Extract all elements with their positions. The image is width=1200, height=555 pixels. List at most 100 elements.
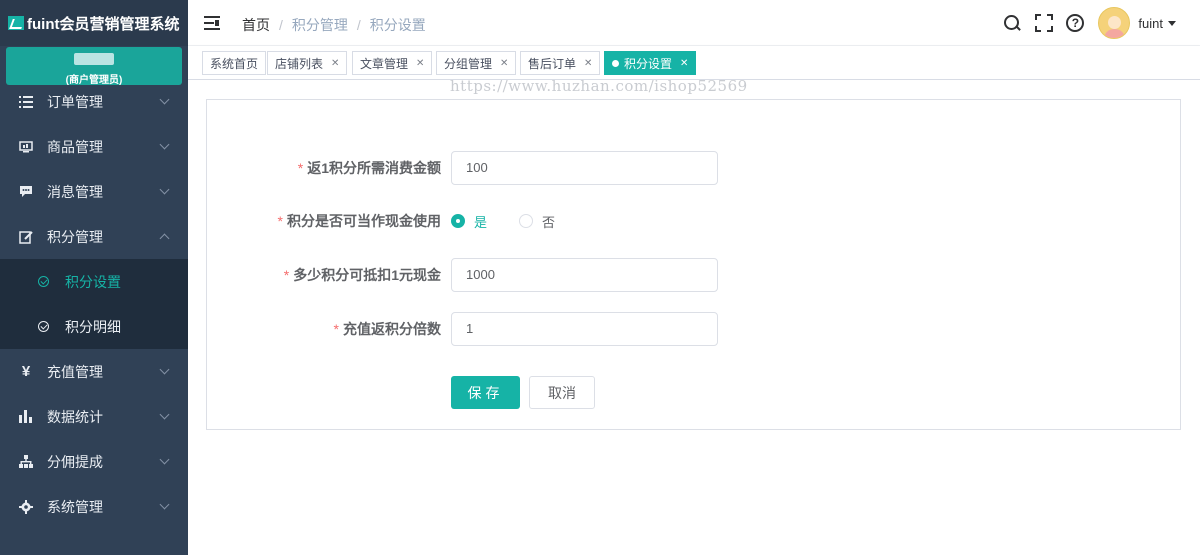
radio-label: 否	[542, 214, 556, 230]
navbar-actions: ? fuint	[990, 0, 1176, 46]
username[interactable]: fuint	[1138, 16, 1163, 31]
logo-icon	[8, 16, 24, 30]
tab-article-management[interactable]: 文章管理 ✕	[352, 51, 433, 75]
points-per-yuan-input[interactable]: 1000	[451, 258, 718, 292]
user-name-blurred	[74, 53, 114, 65]
close-icon[interactable]: ✕	[680, 58, 688, 69]
radio-checked-icon	[451, 214, 465, 228]
brand: fuint会员营销管理系统	[0, 0, 188, 46]
recharge-multiple-label: 充值返积分倍数	[343, 321, 441, 337]
tab-label: 店铺列表	[275, 56, 324, 71]
close-icon[interactable]: ✕	[331, 58, 339, 69]
sidebar-item-recharge[interactable]: ¥ 充值管理	[0, 349, 188, 394]
form-row-points-per-yuan: * 多少积分可抵扣1元现金 1000	[207, 258, 1182, 292]
list-icon	[18, 94, 34, 110]
tree-icon	[18, 454, 34, 470]
breadcrumb-separator: /	[279, 17, 283, 33]
radio-no[interactable]: 否	[519, 212, 555, 231]
form-row-consume-amount: * 返1积分所需消费金额 100	[207, 151, 1182, 185]
sidebar-item-label: 积分设置	[65, 273, 121, 290]
monitor-icon	[18, 139, 34, 155]
sidebar-item-goods[interactable]: 商品管理	[0, 124, 188, 169]
chevron-down-icon	[159, 139, 170, 150]
tab-label: 售后订单	[528, 56, 577, 71]
sidebar-item-label: 消息管理	[47, 183, 103, 200]
hamburger-icon[interactable]	[204, 16, 220, 30]
sidebar-item-label: 积分明细	[65, 318, 121, 335]
tab-label: 文章管理	[360, 56, 409, 71]
form-actions: 保存 取消	[207, 376, 1182, 410]
sidebar-item-label: 系统管理	[47, 498, 103, 515]
chevron-down-icon	[159, 454, 170, 465]
required-mark: *	[333, 321, 339, 337]
save-button[interactable]: 保存	[451, 376, 520, 409]
tab-label: 积分设置	[624, 56, 673, 71]
tags-view: 系统首页 店铺列表 ✕ 文章管理 ✕ 分组管理 ✕ 售后订单 ✕ 积分设置 ✕	[188, 46, 1200, 80]
sidebar: fuint会员营销管理系统 (商户管理员) 订单管理 商品管理 消息管理 积分管…	[0, 0, 188, 555]
tab-label: 分组管理	[444, 56, 493, 71]
form-label: * 返1积分所需消费金额	[298, 151, 441, 185]
message-icon	[18, 184, 34, 200]
sidebar-item-label: 积分管理	[47, 228, 103, 245]
app-title: fuint会员营销管理系统	[27, 15, 180, 33]
sidebar-item-statistics[interactable]: 数据统计	[0, 394, 188, 439]
points-settings-form: * 返1积分所需消费金额 100 * 积分是否可当作现金使用 是 否 * 多少积分可抵…	[206, 99, 1181, 430]
tab-system-home[interactable]: 系统首页	[202, 51, 267, 75]
sidebar-item-points-settings[interactable]: 积分设置	[0, 259, 188, 304]
chevron-down-icon	[159, 364, 170, 375]
sidebar-item-system[interactable]: 系统管理	[0, 484, 188, 529]
main-content: https://www.huzhan.com/ishop52569 * 返1积分所…	[188, 77, 1200, 555]
fullscreen-icon[interactable]	[1034, 13, 1054, 33]
sidebar-menu: 订单管理 商品管理 消息管理 积分管理 积分设置 积分明细 ¥ 充值管理 数据统…	[0, 79, 188, 529]
radio-label: 是	[474, 214, 488, 230]
tab-label: 系统首页	[210, 56, 259, 71]
form-label: * 充值返积分倍数	[334, 312, 441, 346]
sidebar-item-commission[interactable]: 分佣提成	[0, 439, 188, 484]
sidebar-item-label: 订单管理	[47, 93, 103, 110]
required-mark: *	[297, 160, 304, 176]
sidebar-item-label: 充值管理	[47, 363, 103, 380]
required-mark: *	[283, 267, 290, 283]
breadcrumb-points[interactable]: 积分管理	[292, 15, 348, 35]
sidebar-item-points[interactable]: 积分管理	[0, 214, 188, 259]
caret-down-icon[interactable]	[1168, 20, 1176, 26]
sidebar-item-messages[interactable]: 消息管理	[0, 169, 188, 214]
sidebar-item-points-details[interactable]: 积分明细	[0, 304, 188, 349]
consume-amount-input[interactable]: 100	[451, 151, 718, 185]
close-icon[interactable]: ✕	[500, 58, 508, 69]
chevron-down-icon	[159, 499, 170, 510]
search-icon[interactable]	[1002, 13, 1022, 33]
tab-group-management[interactable]: 分组管理 ✕	[436, 51, 517, 75]
check-circle-icon	[38, 321, 49, 332]
yen-icon: ¥	[21, 363, 31, 380]
cash-usable-radio-group: 是 否	[451, 204, 587, 238]
breadcrumb-separator: /	[356, 17, 361, 33]
tab-store-list[interactable]: 店铺列表 ✕	[267, 51, 348, 75]
chevron-down-icon	[159, 94, 170, 105]
cash-usable-label: 积分是否可当作现金使用	[287, 213, 441, 229]
chevron-down-icon	[159, 409, 170, 420]
radio-unchecked-icon	[519, 214, 534, 228]
breadcrumb-home[interactable]: 首页	[242, 15, 270, 35]
radio-yes[interactable]: 是	[451, 212, 487, 231]
help-icon[interactable]: ?	[1066, 14, 1085, 32]
avatar[interactable]	[1098, 7, 1131, 39]
close-icon[interactable]: ✕	[584, 58, 592, 69]
chevron-down-icon	[159, 184, 170, 195]
edit-icon	[18, 229, 34, 245]
bar-chart-icon	[18, 409, 34, 425]
tab-aftersale-orders[interactable]: 售后订单 ✕	[520, 51, 601, 75]
watermark-text: https://www.huzhan.com/ishop52569	[450, 77, 748, 95]
breadcrumb-current: 积分设置	[369, 17, 426, 33]
tab-points-settings[interactable]: 积分设置 ✕	[604, 51, 697, 75]
form-row-recharge-multiple: * 充值返积分倍数 1	[207, 312, 1182, 346]
sidebar-item-orders[interactable]: 订单管理	[0, 79, 188, 124]
sidebar-item-label: 数据统计	[47, 408, 103, 425]
close-icon[interactable]: ✕	[416, 58, 424, 69]
active-dot-icon	[612, 59, 619, 67]
form-label: * 积分是否可当作现金使用	[278, 204, 441, 238]
check-circle-icon	[38, 276, 49, 287]
cancel-button[interactable]: 取消	[529, 376, 595, 409]
required-mark: *	[277, 213, 283, 229]
recharge-multiple-input[interactable]: 1	[451, 312, 718, 346]
